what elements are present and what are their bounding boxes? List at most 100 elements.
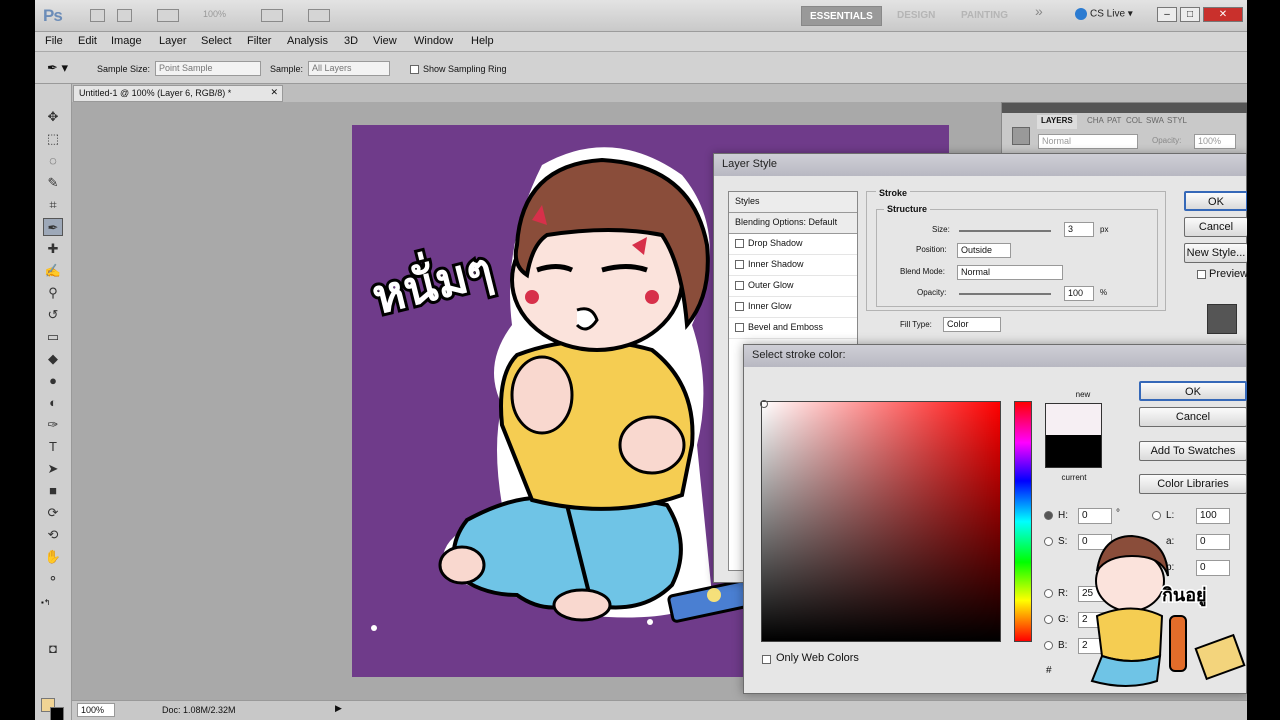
- zoom-tool-icon[interactable]: ⚬: [43, 570, 63, 588]
- menu-window[interactable]: Window: [414, 35, 453, 47]
- tab-layers[interactable]: LAYERS: [1037, 115, 1077, 129]
- inner-glow-item[interactable]: Inner Glow: [729, 297, 857, 318]
- show-sampling-ring-checkbox[interactable]: [410, 65, 419, 74]
- eyedropper-tool-icon[interactable]: ✒: [43, 218, 63, 236]
- 3d-rotate-tool-icon[interactable]: ⟳: [43, 504, 63, 522]
- color-field[interactable]: [761, 401, 1001, 642]
- size-field[interactable]: 3: [1064, 222, 1094, 237]
- outer-glow-item[interactable]: Outer Glow: [729, 276, 857, 297]
- menu-help[interactable]: Help: [471, 35, 494, 47]
- 3d-orbit-tool-icon[interactable]: ⟲: [43, 526, 63, 544]
- inner-shadow-item[interactable]: Inner Shadow: [729, 255, 857, 276]
- default-colors-icon[interactable]: ▪↰: [41, 598, 51, 607]
- path-selection-tool-icon[interactable]: ➤: [43, 460, 63, 478]
- workspace-design[interactable]: DESIGN: [889, 6, 943, 26]
- pen-tool-icon[interactable]: ✑: [43, 416, 63, 434]
- quick-mask-icon[interactable]: ◘: [43, 640, 63, 658]
- move-tool-icon[interactable]: ✥: [43, 108, 63, 126]
- layer-style-ok-button[interactable]: OK: [1184, 191, 1247, 211]
- fill-type-select[interactable]: Color: [943, 317, 1001, 332]
- screen-mode-icon[interactable]: [308, 9, 330, 22]
- styles-header[interactable]: Styles: [729, 192, 857, 213]
- dodge-tool-icon[interactable]: ◐: [43, 394, 63, 412]
- clone-stamp-tool-icon[interactable]: ⚲: [43, 284, 63, 302]
- color-field-cursor-icon[interactable]: [760, 400, 768, 408]
- tab-paths[interactable]: PAT: [1107, 116, 1121, 125]
- paint-bucket-tool-icon[interactable]: ◆: [43, 350, 63, 368]
- hue-slider[interactable]: [1014, 401, 1032, 642]
- blur-tool-icon[interactable]: ●: [43, 372, 63, 390]
- preview-checkbox[interactable]: [1197, 270, 1206, 279]
- bevel-emboss-checkbox[interactable]: [735, 323, 744, 333]
- workspace-painting[interactable]: PAINTING: [953, 6, 1016, 26]
- menu-3d[interactable]: 3D: [344, 35, 358, 47]
- layer-blend-mode-select[interactable]: Normal: [1038, 134, 1138, 149]
- current-color-swatch[interactable]: [1045, 435, 1102, 468]
- eraser-tool-icon[interactable]: ▭: [43, 328, 63, 346]
- menu-layer[interactable]: Layer: [159, 35, 187, 47]
- position-select[interactable]: Outside: [957, 243, 1011, 258]
- color-libraries-button[interactable]: Color Libraries: [1139, 474, 1247, 494]
- marquee-tool-icon[interactable]: ⬚: [43, 130, 63, 148]
- drop-shadow-item[interactable]: Drop Shadow: [729, 234, 857, 255]
- hand-tool-icon[interactable]: ✋: [43, 548, 63, 566]
- maximize-button[interactable]: □: [1180, 7, 1200, 22]
- menu-file[interactable]: File: [45, 35, 63, 47]
- healing-brush-tool-icon[interactable]: ✚: [43, 240, 63, 258]
- outer-glow-checkbox[interactable]: [735, 281, 744, 291]
- brush-tool-icon[interactable]: ✍: [43, 262, 63, 280]
- crop-tool-icon[interactable]: ⌗: [43, 196, 63, 214]
- size-slider[interactable]: [959, 230, 1051, 232]
- menu-analysis[interactable]: Analysis: [287, 35, 328, 47]
- h-field[interactable]: 0: [1078, 508, 1112, 524]
- lasso-tool-icon[interactable]: ◌: [43, 152, 63, 170]
- menu-view[interactable]: View: [373, 35, 397, 47]
- sample-size-select[interactable]: Point Sample: [155, 61, 261, 76]
- panel-drag-bar[interactable]: [1002, 103, 1247, 113]
- quick-select-tool-icon[interactable]: ✎: [43, 174, 63, 192]
- new-style-button[interactable]: New Style...: [1184, 243, 1247, 263]
- zoom-field[interactable]: 100%: [77, 703, 115, 717]
- eyedropper-preset-icon[interactable]: ✒ ▾: [47, 60, 68, 76]
- only-web-colors-checkbox[interactable]: [762, 655, 771, 664]
- inner-shadow-checkbox[interactable]: [735, 260, 744, 270]
- layers-panel-icon[interactable]: [1012, 127, 1030, 145]
- color-cancel-button[interactable]: Cancel: [1139, 407, 1247, 427]
- opacity-slider[interactable]: [959, 293, 1051, 295]
- layer-style-cancel-button[interactable]: Cancel: [1184, 217, 1247, 237]
- workspace-essentials[interactable]: ESSENTIALS: [801, 6, 882, 26]
- sample-select[interactable]: All Layers: [308, 61, 390, 76]
- bevel-emboss-item[interactable]: Bevel and Emboss: [729, 318, 857, 339]
- background-color-swatch[interactable]: [50, 707, 64, 720]
- view-extras-icon[interactable]: [157, 9, 179, 22]
- opacity-field[interactable]: 100: [1064, 286, 1094, 301]
- document-tab[interactable]: Untitled-1 @ 100% (Layer 6, RGB/8) * ✕: [73, 85, 283, 102]
- tab-channels[interactable]: CHA: [1087, 116, 1104, 125]
- workspace-more-icon[interactable]: »: [1035, 3, 1043, 19]
- menu-edit[interactable]: Edit: [78, 35, 97, 47]
- arrange-documents-icon[interactable]: [261, 9, 283, 22]
- blending-options-item[interactable]: Blending Options: Default: [729, 213, 857, 234]
- launch-minibridge-icon[interactable]: [117, 9, 132, 22]
- close-button[interactable]: ✕: [1203, 7, 1243, 22]
- add-to-swatches-button[interactable]: Add To Swatches: [1139, 441, 1247, 461]
- cs-live-menu[interactable]: CS Live ▾: [1075, 8, 1133, 20]
- launch-bridge-icon[interactable]: [90, 9, 105, 22]
- minimize-button[interactable]: –: [1157, 7, 1177, 22]
- l-field[interactable]: 100: [1196, 508, 1230, 524]
- close-tab-icon[interactable]: ✕: [270, 87, 278, 98]
- drop-shadow-checkbox[interactable]: [735, 239, 744, 249]
- shape-tool-icon[interactable]: ■: [43, 482, 63, 500]
- layer-opacity-field[interactable]: 100%: [1194, 134, 1236, 149]
- color-ok-button[interactable]: OK: [1139, 381, 1247, 401]
- status-menu-arrow-icon[interactable]: ▶: [335, 703, 342, 714]
- menu-image[interactable]: Image: [111, 35, 142, 47]
- l-radio[interactable]: [1152, 511, 1161, 520]
- tab-swatches[interactable]: SWA: [1146, 116, 1164, 125]
- type-tool-icon[interactable]: T: [43, 438, 63, 456]
- menu-filter[interactable]: Filter: [247, 35, 271, 47]
- h-radio[interactable]: [1044, 511, 1053, 520]
- inner-glow-checkbox[interactable]: [735, 302, 744, 312]
- tab-color[interactable]: COL: [1126, 116, 1142, 125]
- history-brush-tool-icon[interactable]: ↺: [43, 306, 63, 324]
